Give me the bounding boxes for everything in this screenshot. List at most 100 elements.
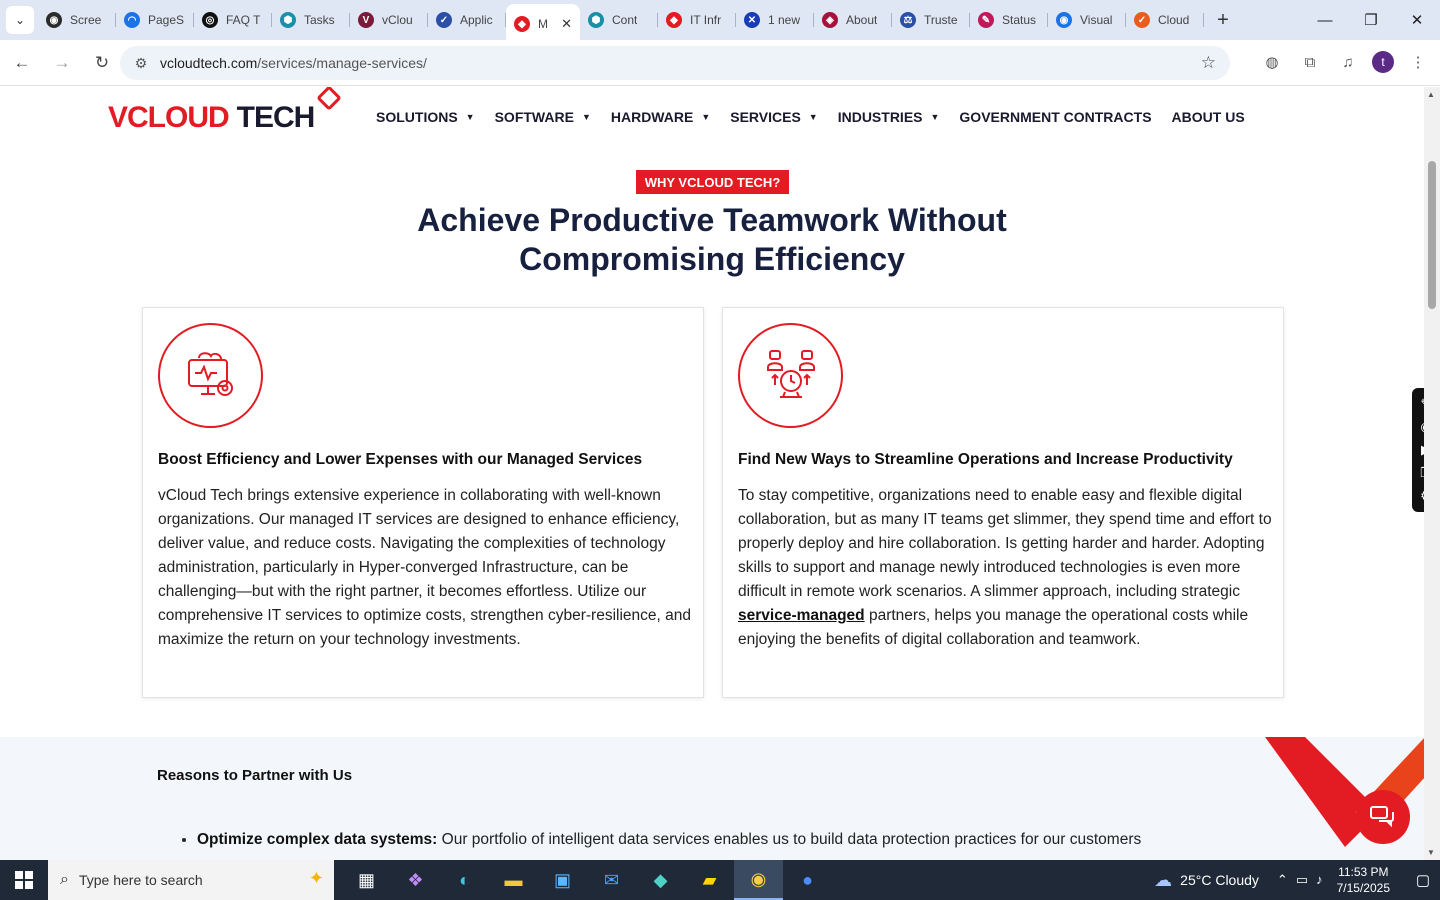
favicon-icon: ◆ [514,16,530,32]
tab-label: Cloud [1158,13,1190,27]
maximize-icon[interactable]: ❐ [1348,0,1394,40]
nav-item-services[interactable]: SERVICES ▼ [730,109,817,125]
clock[interactable]: 11:53 PM 7/15/2025 [1337,864,1390,896]
pinned-apps: ▦ ❖ ◐ ▬ ▣ ✉ ◆ ▰ ◉ ● [342,860,832,900]
close-window-icon[interactable]: ✕ [1394,0,1440,40]
windows-taskbar: ⌕ Type here to search ✦ ▦ ❖ ◐ ▬ ▣ ✉ ◆ ▰ … [0,860,1440,900]
caret-down-icon: ▼ [465,112,475,122]
minimize-icon[interactable]: — [1302,0,1348,40]
tab-label: M [538,17,548,31]
tab-strip: ⌄ ◉ Scree ◠ PageS ◎ FAQ T ⬢ Tasks VvClou ✓ Applic ◆… [0,0,1440,44]
nav-item-about-us[interactable]: ABOUT US [1172,109,1245,125]
card-body: vCloud Tech brings extensive experience … [158,487,691,648]
volume-icon[interactable]: ♪ [1316,872,1323,888]
taskbar-search[interactable]: ⌕ Type here to search ✦ [48,860,334,900]
new-tab-button[interactable]: + [1208,5,1238,35]
zoom-icon[interactable]: ● [783,860,832,900]
file-explorer-icon[interactable]: ▬ [489,860,538,900]
chat-bubbles-icon [1370,806,1394,828]
nav-item-software[interactable]: SOFTWARE ▼ [495,109,591,125]
scrollbar-thumb[interactable] [1428,161,1436,309]
edge-icon[interactable]: ◐ [440,860,489,900]
copilot-icon[interactable]: ❖ [391,860,440,900]
site-info-icon[interactable]: ⚙ [126,55,156,72]
nav-item-hardware[interactable]: HARDWARE ▼ [611,109,710,125]
menu-kebab-icon[interactable]: ⋮ [1404,48,1432,76]
search-icon: ⌕ [60,871,69,888]
browser-tab[interactable]: ◉ Scree [38,4,116,36]
sticky-notes-icon[interactable]: ▰ [685,860,734,900]
favicon-icon: ◉ [46,12,62,28]
browser-tab[interactable]: ⬢ Tasks [272,4,350,36]
card-streamline-operations: Find New Ways to Streamline Operations a… [722,307,1284,698]
reload-icon[interactable]: ↻ [84,45,120,81]
favicon-icon: ◆ [666,12,682,28]
window-controls: — ❐ ✕ [1302,0,1440,40]
tab-label: Truste [924,13,958,27]
chevron-down-icon: ⌄ [14,13,26,27]
main-navigation: SOLUTIONS ▼ SOFTWARE ▼ HARDWARE ▼ SERVICES ▼ IND… [376,109,1245,125]
forward-icon[interactable]: → [44,45,80,81]
browser-tab[interactable]: ◆ IT Infr [658,4,736,36]
browser-tab[interactable]: ◉ Visual [1048,4,1126,36]
browser-tab[interactable]: ✕ 1 new [736,4,814,36]
card-title: Boost Efficiency and Lower Expenses with… [158,451,643,468]
page-scrollbar[interactable]: ▲ ▼ [1424,87,1440,860]
browser-tab[interactable]: ✓ Cloud [1126,4,1204,36]
chat-button[interactable] [1356,790,1410,844]
browser-tab[interactable]: ◈ About [814,4,892,36]
card-title: Find New Ways to Streamline Operations a… [738,451,1233,468]
tab-label: FAQ T [226,13,261,27]
caret-down-icon: ▼ [808,112,818,122]
card-managed-services: Boost Efficiency and Lower Expenses with… [142,307,704,698]
browser-tab[interactable]: ✓ Applic [428,4,506,36]
browser-tab[interactable]: VvClou [350,4,428,36]
url-text[interactable]: vcloudtech.com/services/manage-services/ [160,55,427,71]
weather-widget[interactable]: ☁ 25°C Cloudy [1154,870,1259,891]
nav-item-solutions[interactable]: SOLUTIONS ▼ [376,109,475,125]
bookmark-star-icon[interactable]: ☆ [1201,53,1216,73]
browser-tab[interactable]: ⚖ Truste [892,4,970,36]
chrome-icon[interactable]: ◉ [734,860,783,900]
notification-icon[interactable]: ▢ [1406,871,1440,889]
card-body: To stay competitive, organizations need … [738,487,1272,648]
scroll-up-icon[interactable]: ▲ [1427,90,1435,99]
system-tray: ☁ 25°C Cloudy ⌃ ▭ ♪ 11:53 PM 7/15/2025 ▢ [1154,860,1440,900]
favicon-icon: ⬢ [588,12,604,28]
close-tab-icon[interactable]: ✕ [561,16,572,32]
tab-label: 1 new [768,13,801,27]
favicon-icon: ◎ [202,12,218,28]
browser-tab[interactable]: ✎ Status [970,4,1048,36]
browser-tab[interactable]: ◆ M ✕ [506,4,580,44]
app-icon[interactable]: ◆ [636,860,685,900]
list-item: Optimize complex data systems: Our portf… [197,831,1141,849]
scroll-down-icon[interactable]: ▼ [1427,848,1435,857]
task-view-icon[interactable]: ▦ [342,860,391,900]
media-control-icon[interactable]: ♫ [1334,48,1362,76]
profile-avatar[interactable]: t [1372,51,1394,73]
browser-tab[interactable]: ⬢ Cont [580,4,658,36]
network-icon[interactable]: ▭ [1296,872,1308,888]
mail-icon[interactable]: ✉ [587,860,636,900]
translate-icon[interactable]: ◍ [1258,48,1286,76]
site-logo[interactable]: VCLOUD TECH [108,87,343,135]
favicon-icon: ◈ [822,12,838,28]
cloud-icon: ☁ [1154,869,1173,890]
extensions-icon[interactable]: ⧉ [1296,48,1324,76]
browser-tab[interactable]: ◠ PageS [116,4,194,36]
service-managed-link[interactable]: service-managed [738,607,865,624]
back-icon[interactable]: ← [4,45,40,81]
nav-item-industries[interactable]: INDUSTRIES ▼ [838,109,940,125]
favicon-icon: ⬢ [280,12,296,28]
start-button[interactable] [0,860,48,900]
caret-down-icon: ▼ [930,112,940,122]
tab-search-button[interactable]: ⌄ [6,6,34,34]
address-bar[interactable]: ⚙ vcloudtech.com/services/manage-service… [120,46,1230,80]
windows-logo-icon [15,871,33,889]
nav-item-government-contracts[interactable]: GOVERNMENT CONTRACTS [959,109,1151,125]
browser-tab[interactable]: ◎ FAQ T [194,4,272,36]
chevron-up-icon[interactable]: ⌃ [1277,872,1288,888]
favicon-icon: V [358,12,374,28]
tab-label: Status [1002,13,1037,27]
store-icon[interactable]: ▣ [538,860,587,900]
